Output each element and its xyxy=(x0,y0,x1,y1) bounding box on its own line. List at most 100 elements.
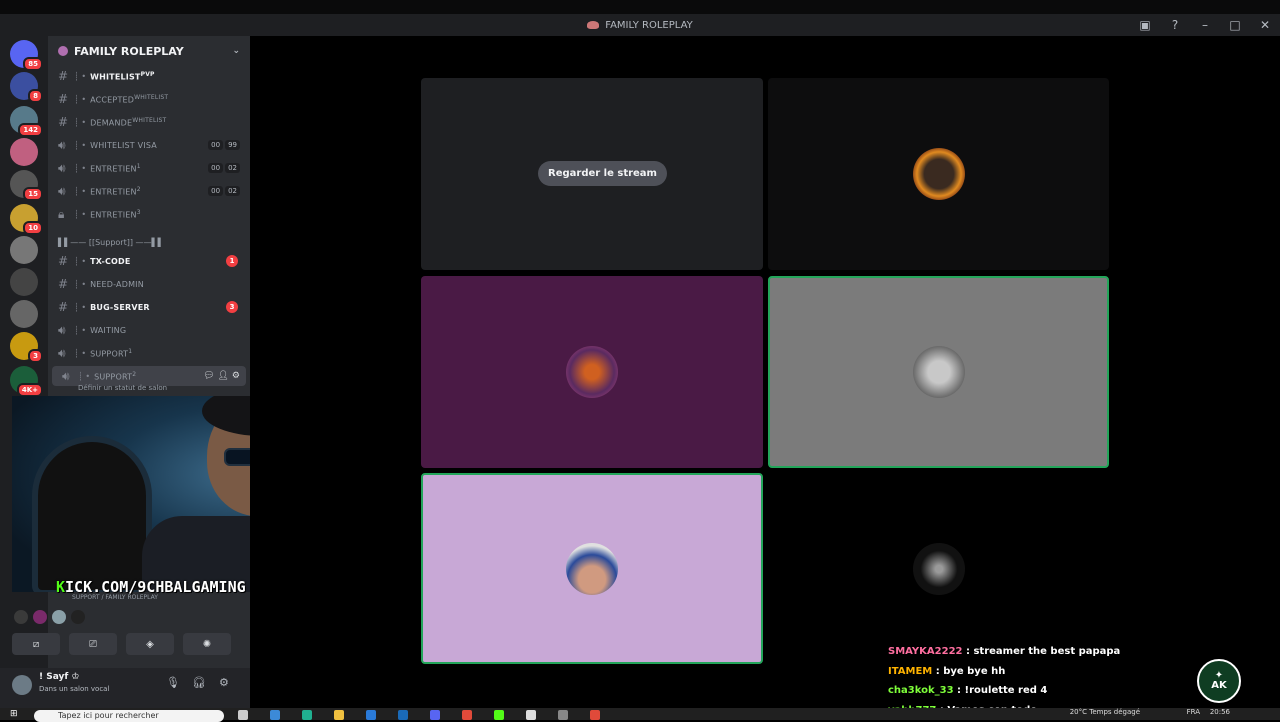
server-icon[interactable]: 4K+ xyxy=(10,366,43,397)
channel-whitelist[interactable]: # ┊ • WHITELISTPVP xyxy=(48,66,250,86)
server-icon[interactable]: 15 xyxy=(10,170,43,201)
hashtag-icon: # xyxy=(58,92,69,106)
server-icon[interactable]: 3 xyxy=(10,332,43,363)
camera-off-button[interactable]: ⧄ xyxy=(12,633,60,655)
discord-icon[interactable] xyxy=(430,710,440,720)
speaker-icon: 🔊︎ xyxy=(58,183,66,198)
user-limit-counter: 00 99 xyxy=(208,140,240,150)
mention-badge: 10 xyxy=(23,221,43,235)
mention-badge: 3 xyxy=(28,349,43,363)
channel-bug-server[interactable]: # ┊ • BUG-SERVER 3 xyxy=(48,297,250,317)
minimize-icon[interactable]: – xyxy=(1198,18,1212,32)
task-view-icon[interactable] xyxy=(238,710,248,720)
channel-status-hint[interactable]: Définir un statut de salon xyxy=(78,384,167,392)
chat-username: SMAYKA2222 xyxy=(888,646,963,657)
channel-label: DEMANDEWhitelist xyxy=(90,116,167,128)
help-icon[interactable]: ? xyxy=(1168,18,1182,32)
participant-avatar xyxy=(566,542,618,595)
channel-label: SUPPORT1 xyxy=(90,347,133,359)
participant-tile-speaking[interactable] xyxy=(768,276,1109,468)
chat-text: : streamer the best papapa xyxy=(962,646,1121,657)
decorative-icon: ┊ • xyxy=(74,163,87,173)
avatar[interactable] xyxy=(14,610,28,624)
user-panel: ! Sayf ♔ Dans un salon vocal 🎙︎ 🎧︎ ⚙ xyxy=(0,668,250,708)
server-list: 85 8 142 15 10 3 4K+ xyxy=(0,36,48,708)
channel-actions-icon[interactable]: 💬︎ 👤︎ ⚙ xyxy=(203,371,240,381)
windows-start-icon[interactable]: ⊞ xyxy=(10,709,18,719)
channel-need-admin[interactable]: # ┊ • NEED-ADMIN xyxy=(48,274,250,294)
decorative-icon: ┊ • xyxy=(74,117,87,127)
clock[interactable]: 20:56 xyxy=(1210,708,1230,716)
settings-gear-icon[interactable]: ⚙ xyxy=(219,676,229,689)
obs-icon[interactable] xyxy=(558,710,568,720)
user-limit-counter: 00 02 xyxy=(208,186,240,196)
language-indicator[interactable]: FRA xyxy=(1187,708,1200,716)
edge-icon[interactable] xyxy=(302,710,312,720)
chevron-down-icon[interactable]: ⌄ xyxy=(232,46,240,56)
speaker-icon: 🔊︎ xyxy=(58,322,66,337)
watch-stream-button[interactable]: Regarder le stream xyxy=(538,161,667,186)
headphones-icon[interactable]: 🎧︎ xyxy=(192,676,206,689)
server-icon[interactable]: 8 xyxy=(10,72,43,103)
chat-message: cha3kok_33 : !roulette red 4 xyxy=(888,681,1120,701)
stream-tile[interactable]: Regarder le stream xyxy=(421,78,763,270)
category-support[interactable]: ▌▌—— [[Support]] ——▌▌ xyxy=(58,238,164,247)
folder-icon[interactable] xyxy=(334,710,344,720)
channel-entretien[interactable]: 🔊︎ ┊ • ENTRETIEN1 00 02 xyxy=(48,158,250,178)
channel-accepted[interactable]: # ┊ • ACCEPTEDWhitelist xyxy=(48,89,250,109)
participant-tile[interactable] xyxy=(768,78,1109,270)
chat-message: ITAMEM : bye bye hh xyxy=(888,662,1120,682)
channel-entretien[interactable]: 🔒︎ ┊ • ENTRETIEN3 xyxy=(48,204,250,224)
guild-name: FAMILY ROLEPLAY xyxy=(74,44,184,58)
server-icon[interactable]: 10 xyxy=(10,204,43,235)
app-icon[interactable] xyxy=(398,710,408,720)
window-controls: ▣ ? – □ ✕ xyxy=(1138,18,1272,32)
server-icon[interactable]: 85 xyxy=(10,40,43,71)
chrome-icon[interactable] xyxy=(462,710,472,720)
kick-icon[interactable] xyxy=(494,710,504,720)
server-icon[interactable] xyxy=(10,138,38,166)
guild-header[interactable]: FAMILY ROLEPLAY ⌄ xyxy=(48,36,250,66)
server-icon[interactable]: 142 xyxy=(10,106,43,137)
channel-waiting[interactable]: 🔊︎ ┊ • WAITING xyxy=(48,320,250,340)
channel-demande[interactable]: # ┊ • DEMANDEWhitelist xyxy=(48,112,250,132)
inbox-icon[interactable]: ▣ xyxy=(1138,18,1152,32)
screen-share-button[interactable]: ⎚ xyxy=(69,633,117,655)
channel-support[interactable]: 🔊︎ ┊ • SUPPORT2 💬︎ 👤︎ ⚙ xyxy=(52,366,246,386)
user-status: Dans un salon vocal xyxy=(39,685,110,693)
channel-superscript: 1 xyxy=(128,347,133,355)
channel-support[interactable]: 🔊︎ ┊ • SUPPORT1 xyxy=(48,343,250,363)
avatar[interactable] xyxy=(33,610,47,624)
participant-tile[interactable] xyxy=(768,473,1109,664)
close-icon[interactable]: ✕ xyxy=(1258,18,1272,32)
channel-entretien[interactable]: 🔊︎ ┊ • ENTRETIEN2 00 02 xyxy=(48,181,250,201)
app-icon[interactable] xyxy=(526,710,536,720)
participant-avatar xyxy=(912,148,965,200)
activity-button[interactable]: ◈ xyxy=(126,633,174,655)
weather-status[interactable]: 20°C Temps dégagé xyxy=(1070,708,1140,716)
app-icon[interactable] xyxy=(270,710,280,720)
participant-tile-speaking[interactable] xyxy=(421,473,763,664)
chrome-icon[interactable] xyxy=(590,710,600,720)
server-icon[interactable] xyxy=(10,300,38,328)
mention-badge: 1 xyxy=(226,255,238,267)
taskbar-search[interactable]: Tapez ici pour rechercher xyxy=(34,710,224,722)
microphone-icon[interactable]: 🎙︎ xyxy=(166,676,180,689)
soundboard-button[interactable]: ✺ xyxy=(183,633,231,655)
maximize-icon[interactable]: □ xyxy=(1228,18,1242,32)
participant-avatar xyxy=(912,542,965,595)
channel-tx-code[interactable]: # ┊ • tx-code 1 xyxy=(48,251,250,271)
channel-whitelist-visa[interactable]: 🔊︎ ┊ • WHITELIST VISA 00 99 xyxy=(48,135,250,155)
gaming-chair xyxy=(32,436,152,592)
channel-label: ACCEPTEDWhitelist xyxy=(90,93,169,105)
user-avatar[interactable] xyxy=(12,675,32,695)
server-icon[interactable] xyxy=(10,268,38,296)
channel-label: ENTRETIEN1 xyxy=(90,162,141,174)
store-icon[interactable] xyxy=(366,710,376,720)
participant-tile[interactable] xyxy=(421,276,763,468)
user-name[interactable]: ! Sayf ♔ xyxy=(39,672,80,682)
participant-avatar xyxy=(912,346,965,398)
avatar[interactable] xyxy=(71,610,85,624)
avatar[interactable] xyxy=(52,610,66,624)
server-icon[interactable] xyxy=(10,236,38,264)
